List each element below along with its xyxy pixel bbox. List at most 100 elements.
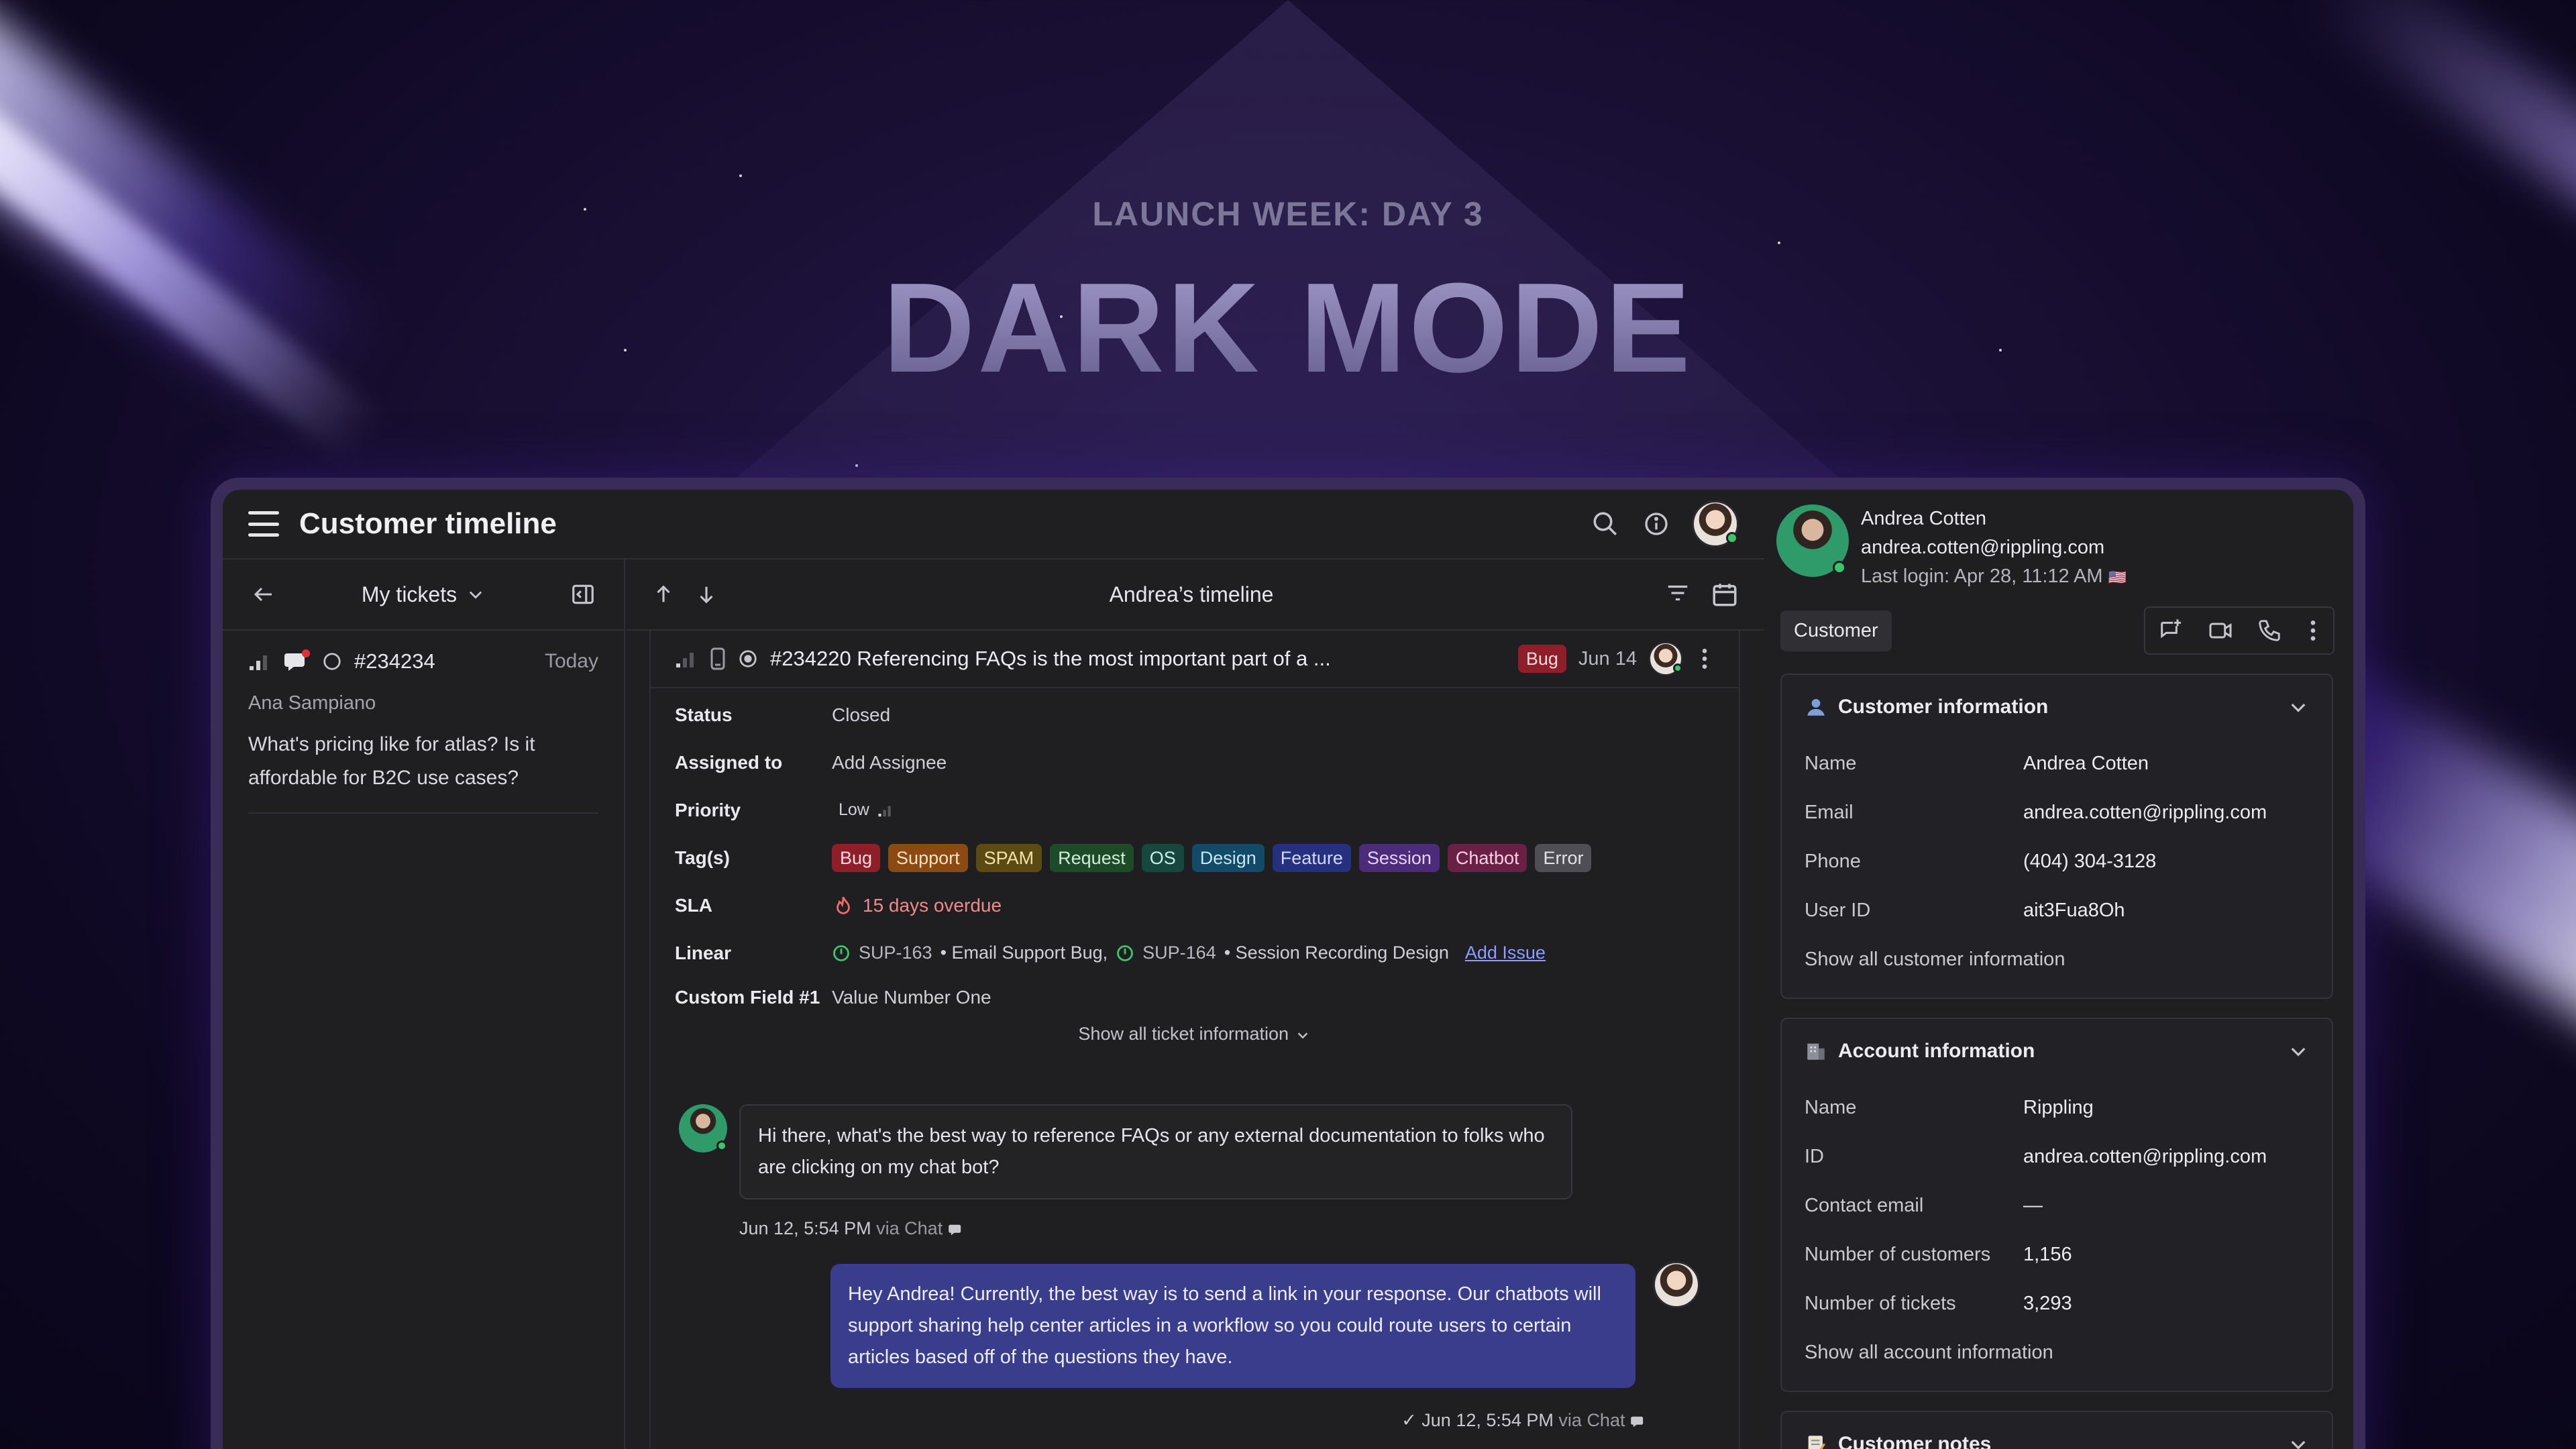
info-row: Number of customers 1,156 — [1805, 1230, 2309, 1279]
tag-pill[interactable]: Design — [1191, 843, 1265, 872]
field-label: Custom Field #1 — [675, 987, 820, 1008]
priority-bars-icon — [878, 806, 891, 816]
ticket-detail-header[interactable]: #234220 Referencing FAQs is the most imp… — [651, 631, 1739, 688]
priority-value: Low — [839, 800, 869, 819]
linear-issue-id[interactable]: SUP-163 — [859, 943, 932, 963]
chevron-down-icon — [2291, 703, 2306, 712]
field-label: Status — [675, 704, 733, 725]
info-value: (404) 304-3128 — [2023, 851, 2157, 872]
collapse-panel-icon[interactable] — [568, 579, 598, 610]
tag-pill[interactable]: Bug — [832, 843, 881, 872]
sla-text: 15 days overdue — [863, 894, 1002, 916]
agent-avatar — [1653, 1261, 1700, 1308]
new-message-icon[interactable] — [2157, 617, 2184, 644]
tag-pill[interactable]: Chatbot — [1447, 843, 1527, 872]
show-all-customer-info-link[interactable]: Show all customer information — [1805, 935, 2309, 984]
ticket-badge: Bug — [1517, 645, 1566, 673]
customer-information-card: Customer information Name Andrea Cotten Em… — [1780, 674, 2333, 999]
incoming-message: Hi there, what's the best way to referen… — [739, 1104, 1572, 1199]
add-assignee-link[interactable]: Add Assignee — [832, 752, 947, 773]
tag-pill[interactable]: Support — [888, 843, 968, 872]
customer-information-header[interactable]: Customer information — [1805, 675, 2309, 739]
customer-email[interactable]: andrea.cotten@rippling.com — [1861, 533, 2127, 562]
tag-pill[interactable]: Feature — [1272, 843, 1351, 872]
card-title: Customer notes — [1838, 1433, 1992, 1449]
info-label: Number of tickets — [1805, 1293, 1956, 1314]
online-status-dot — [1726, 532, 1738, 544]
info-row: Name Rippling — [1805, 1083, 2309, 1132]
ticket-detail: #234220 Referencing FAQs is the most imp… — [649, 631, 1740, 1449]
arrow-down-icon[interactable] — [695, 583, 718, 606]
customer-notes-card: Customer notes — [1780, 1411, 2333, 1449]
menu-icon[interactable] — [248, 511, 279, 537]
info-icon[interactable] — [1641, 508, 1672, 539]
show-all-ticket-info-button[interactable]: Show all ticket information — [651, 1024, 1739, 1044]
online-status-dot — [716, 1140, 727, 1151]
info-row: Name Andrea Cotten — [1805, 739, 2309, 788]
linear-status-icon — [1117, 945, 1134, 961]
ticket-title: #234220 Referencing FAQs is the most imp… — [770, 647, 1331, 670]
message-channel: via Chat — [876, 1218, 943, 1238]
linear-issue-title[interactable]: • Email Support Bug, — [941, 943, 1108, 963]
message-time: ✓ Jun 12, 5:54 PM — [1401, 1410, 1554, 1430]
chevron-down-icon — [1297, 1032, 1307, 1039]
customer-profile: Andrea Cotten andrea.cotten@rippling.com… — [1764, 490, 2353, 592]
add-issue-link[interactable]: Add Issue — [1465, 943, 1546, 963]
customer-notes-header[interactable]: Customer notes — [1805, 1412, 2309, 1449]
outgoing-message: Hey Andrea! Currently, the best way is t… — [830, 1264, 1635, 1388]
chat-bubble-icon — [948, 1224, 961, 1236]
timeline-header: Andrea’s timeline — [627, 559, 1764, 631]
ticket-time: Today — [544, 650, 598, 672]
priority-bars-icon — [676, 653, 694, 667]
chat-bubble-icon — [1631, 1416, 1644, 1428]
outgoing-message-meta: ✓ Jun 12, 5:54 PM via Chat — [1401, 1410, 1646, 1431]
tag-pill[interactable]: Session — [1358, 843, 1440, 872]
country-flag-icon: 🇺🇸 — [2108, 569, 2127, 586]
last-login-text: Last login: Apr 28, 11:12 AM — [1861, 566, 2103, 587]
back-arrow-icon[interactable] — [248, 579, 279, 610]
tag-pill[interactable]: OS — [1141, 843, 1184, 872]
ticket-customer-name: Ana Sampiano — [248, 692, 376, 714]
last-login: Last login: Apr 28, 11:12 AM 🇺🇸 — [1861, 562, 2127, 592]
ticket-list-panel: My tickets #234234 Today Ana Sampiano Wh… — [223, 559, 625, 1449]
person-icon — [1807, 698, 1825, 716]
show-all-account-info-link[interactable]: Show all account information — [1805, 1328, 2309, 1377]
dark-mode-headline: DARK MODE — [0, 255, 2576, 401]
tag-list: Bug Support SPAM Request OS Design Feature Sess… — [832, 843, 1592, 872]
customer-type-chip[interactable]: Customer — [1780, 610, 1892, 651]
info-label: Name — [1805, 753, 1857, 774]
search-icon[interactable] — [1590, 508, 1621, 539]
more-vertical-icon[interactable] — [1695, 645, 1715, 672]
info-value: Andrea Cotten — [2023, 753, 2149, 774]
priority-select[interactable]: Low — [832, 800, 894, 820]
agent-avatar[interactable] — [1692, 500, 1739, 547]
info-value: ait3Fua8Oh — [2023, 900, 2125, 921]
linear-issue-id[interactable]: SUP-164 — [1142, 943, 1216, 963]
contact-actions — [2144, 606, 2334, 655]
calendar-icon[interactable] — [1711, 580, 1739, 608]
status-value[interactable]: Closed — [832, 704, 890, 726]
arrow-up-icon[interactable] — [652, 583, 675, 606]
customer-actions: Customer — [1780, 606, 2334, 655]
ticket-filter-dropdown[interactable]: My tickets — [362, 582, 485, 607]
linear-issue-title[interactable]: • Session Recording Design — [1224, 943, 1449, 963]
building-icon — [1807, 1043, 1825, 1060]
field-label: Priority — [675, 799, 741, 820]
tag-pill[interactable]: Error — [1535, 843, 1592, 872]
ticket-list-item[interactable]: #234234 Today Ana Sampiano What's pricin… — [223, 631, 624, 814]
filter-icon[interactable] — [1665, 580, 1690, 606]
video-call-icon[interactable] — [2207, 617, 2234, 644]
field-label: Tag(s) — [675, 847, 730, 868]
phone-icon[interactable] — [2257, 618, 2282, 643]
linear-status-icon — [833, 945, 849, 961]
priority-bars-icon — [250, 655, 267, 670]
info-label: Contact email — [1805, 1195, 1924, 1216]
field-sla: SLA 15 days overdue — [651, 881, 1739, 929]
light-beam-right-top — [2298, 0, 2576, 221]
tag-pill[interactable]: Request — [1050, 843, 1134, 872]
online-status-dot — [1673, 663, 1682, 673]
tag-pill[interactable]: SPAM — [975, 843, 1042, 872]
account-information-header[interactable]: Account information — [1805, 1019, 2309, 1083]
more-vertical-icon[interactable] — [2305, 617, 2321, 644]
chevron-down-icon — [2291, 1047, 2306, 1057]
